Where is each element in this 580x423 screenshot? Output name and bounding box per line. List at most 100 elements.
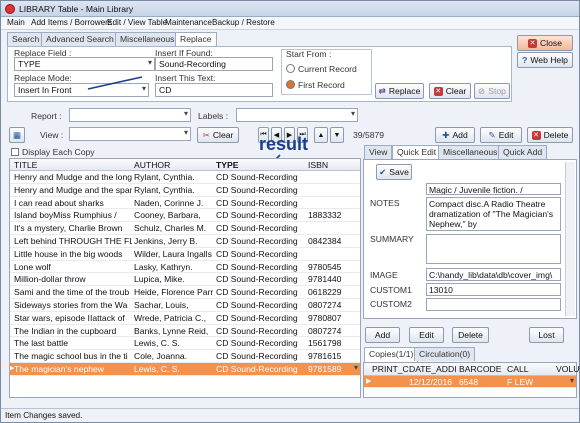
web-help-button[interactable]: ? Web Help	[517, 52, 573, 68]
col-call[interactable]: CALL	[507, 364, 529, 374]
tab-miscellaneous[interactable]: Miscellaneous	[115, 32, 180, 46]
quick-edit-panel: ✔ Save Magic / Juvenile fiction. / NOTES …	[363, 159, 577, 319]
notes-top-field[interactable]: Magic / Juvenile fiction. /	[426, 183, 561, 195]
stop-button-label: Stop	[488, 86, 506, 96]
sort-down-button[interactable]: ▼	[330, 127, 344, 143]
custom2-field[interactable]	[426, 298, 561, 311]
labels-select[interactable]	[236, 108, 358, 122]
replace-button[interactable]: ⇄ Replace	[375, 83, 424, 99]
stop-button[interactable]: ⊘ Stop	[474, 83, 510, 99]
delete-label: Delete	[543, 130, 569, 140]
table-cell: CD Sound-Recording	[216, 351, 298, 362]
col-isbn[interactable]: ISBN	[308, 160, 328, 170]
if-found-input[interactable]: Sound-Recording	[155, 57, 273, 71]
col-barcode[interactable]: BARCODE	[459, 364, 502, 374]
table-cell: CD Sound-Recording	[216, 338, 298, 349]
clear-view-button[interactable]: ✂ Clear	[197, 127, 239, 143]
tab-search[interactable]: Search	[7, 32, 45, 46]
table-row[interactable]: Left behind THROUGH THE FL Jenkins, Jerry…	[10, 235, 360, 248]
tab-copies[interactable]: Copies(1/1)	[364, 347, 419, 362]
table-row[interactable]: Henry and Mudge and the spark Rylant, Cyn…	[10, 184, 360, 197]
copy-add-button[interactable]: Add	[365, 327, 400, 343]
copy-edit-button[interactable]: Edit	[409, 327, 444, 343]
table-row[interactable]: The magic school bus in the ti Cole, Joan…	[10, 350, 360, 363]
table-cell: Lupica, Mike.	[134, 274, 185, 285]
tab-view[interactable]: View	[364, 145, 393, 159]
sort-up-button[interactable]: ▲	[314, 127, 328, 143]
table-row[interactable]: Star wars, episode IIattack of Wrede, Pat…	[10, 312, 360, 325]
table-cell: CD Sound-Recording	[216, 274, 298, 285]
replace-field-select[interactable]: TYPE	[14, 57, 155, 71]
col-author[interactable]: AUTHOR	[134, 160, 170, 170]
clear-replace-label: Clear	[445, 86, 467, 96]
tab-replace[interactable]: Replace	[175, 32, 217, 47]
table-cell: CD Sound-Recording	[216, 184, 298, 195]
menu-main[interactable]: Main	[7, 18, 25, 27]
copy-delete-button[interactable]: Delete	[452, 327, 489, 343]
menu-add-items[interactable]: Add Items / Borrowers	[31, 18, 112, 27]
custom1-field[interactable]: 13010	[426, 283, 561, 296]
table-cell: Cole, Joanna.	[134, 351, 188, 362]
table-row[interactable]: Million-dollar throw Lupica, Mike. CD Soun…	[10, 273, 360, 287]
col-volume[interactable]: VOLU	[556, 364, 579, 374]
table-cell: Rylant, Cynthia.	[134, 184, 195, 195]
table-row[interactable]: The Indian in the cupboard Banks, Lynne R…	[10, 325, 360, 338]
table-cell: The magician's nephew	[14, 363, 105, 374]
table-row[interactable]: The magician's nephew Lewis, C. S. CD Soun…	[10, 362, 360, 376]
col-date-added[interactable]: DATE_ADDI	[409, 364, 457, 374]
tab-quick-add[interactable]: Quick Add	[498, 145, 548, 159]
save-button[interactable]: ✔ Save	[376, 164, 412, 180]
view-select[interactable]	[69, 127, 191, 141]
menu-backup[interactable]: Backup / Restore	[212, 18, 275, 27]
quick-edit-scrollbar[interactable]	[565, 162, 575, 316]
summary-textarea[interactable]	[426, 234, 561, 264]
insert-text-label: Insert This Text:	[155, 73, 216, 83]
radio-current[interactable]	[286, 64, 295, 73]
start-from-label: Start From :	[286, 49, 332, 59]
table-row[interactable]: Lone wolf Lasky, Kathryn. CD Sound-Recordi…	[10, 261, 360, 274]
edit-button[interactable]: ✎ Edit	[480, 127, 522, 143]
table-row[interactable]: Henry and Mudge and the long Rylant, Cynt…	[10, 171, 360, 184]
table-row[interactable]: Little house in the big woods Wilder, Lau…	[10, 248, 360, 261]
help-icon: ?	[522, 55, 528, 65]
col-title[interactable]: TITLE	[14, 160, 37, 170]
copies-row[interactable]: ▶ 12/12/2016 6548 F LEW	[364, 376, 576, 388]
summary-label: SUMMARY	[370, 234, 414, 244]
delete-icon: ✕	[531, 130, 541, 140]
menu-bar: Main Add Items / Borrowers Edit / View T…	[1, 17, 579, 30]
radio-first[interactable]	[286, 80, 295, 89]
tab-circulation[interactable]: Circulation(0)	[414, 347, 476, 361]
table-row[interactable]: I can read about sharks Naden, Corinne J.…	[10, 197, 360, 210]
table-row[interactable]: It's a mystery, Charlie Brown Schulz, Cha…	[10, 222, 360, 235]
table-row[interactable]: Sami and the time of the troub Heide, Flo…	[10, 286, 360, 299]
table-row[interactable]: Sideways stories from the Wa Sachar, Loui…	[10, 299, 360, 312]
copy-lost-button[interactable]: Lost	[529, 327, 564, 343]
table-cell: Rylant, Cynthia.	[134, 172, 195, 182]
delete-button[interactable]: ✕ Delete	[527, 127, 573, 143]
clear-replace-button[interactable]: ✕ Clear	[429, 83, 471, 99]
col-print[interactable]: PRINT_C	[372, 364, 409, 374]
title-bar: LIBRARY Table - Main Library	[1, 1, 579, 17]
add-button[interactable]: ✚ Add	[435, 127, 475, 143]
table-row[interactable]: The last battle Lewis, C. S. CD Sound-Reco…	[10, 337, 360, 351]
tab-advanced-search[interactable]: Advanced Search	[41, 32, 119, 46]
radio-first-label: First Record	[298, 80, 345, 90]
table-cell: The magic school bus in the ti	[14, 351, 128, 362]
table-cell: CD Sound-Recording	[216, 312, 298, 323]
image-field[interactable]: C:\handy_lib\data\db\cover_img\	[426, 268, 561, 281]
report-select[interactable]	[69, 108, 191, 122]
table-row[interactable]: Island boyMiss Rumphius / Cooney, Barbara…	[10, 209, 360, 223]
close-button[interactable]: ✕ Close	[517, 35, 573, 51]
stop-icon: ⊘	[478, 85, 486, 96]
tab-quick-edit[interactable]: Quick Edit	[392, 145, 442, 160]
table-cell: 0807274	[308, 325, 342, 336]
insert-text-input[interactable]: CD	[155, 83, 273, 97]
col-type[interactable]: TYPE	[216, 160, 238, 170]
save-icon: ✔	[379, 166, 387, 177]
notes-textarea[interactable]: Compact disc.A Radio Theatre dramatizati…	[426, 197, 561, 231]
display-each-copy-checkbox[interactable]	[11, 148, 19, 156]
tab-right-miscellaneous[interactable]: Miscellaneous	[438, 145, 503, 159]
menu-edit-view[interactable]: Edit / View Table	[107, 18, 167, 27]
menu-maintenance[interactable]: Maintenance	[165, 18, 212, 27]
calendar-button[interactable]: ▦	[9, 127, 25, 143]
